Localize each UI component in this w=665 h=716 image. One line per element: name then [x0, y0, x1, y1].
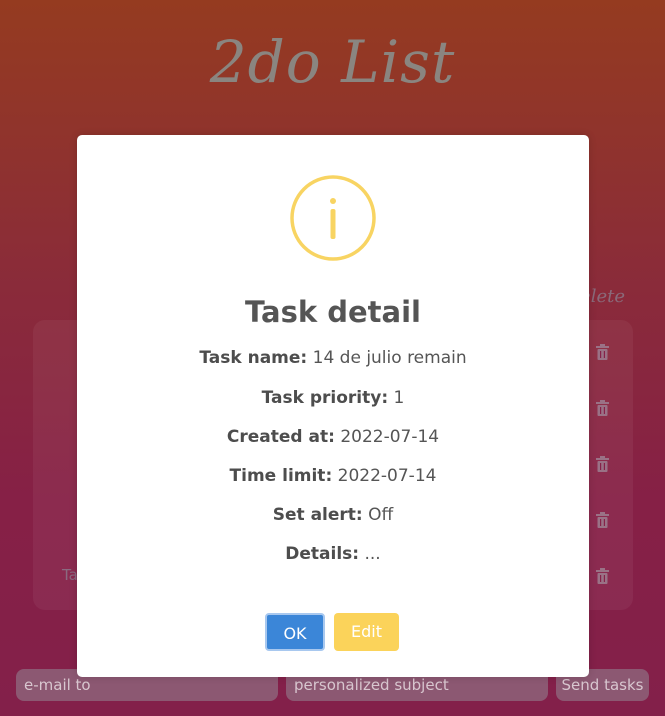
- task-priority-label: Task priority:: [261, 388, 389, 408]
- trash-icon[interactable]: [596, 344, 609, 360]
- task-name-line: Task name: 14 de julio remain: [77, 348, 589, 368]
- ok-button[interactable]: OK: [265, 613, 325, 651]
- details-value: ...: [364, 544, 381, 564]
- set-alert-line: Set alert: Off: [77, 505, 589, 525]
- details-label: Details:: [285, 544, 360, 564]
- info-icon: [290, 175, 376, 261]
- dialog-title: Task detail: [245, 295, 421, 329]
- task-detail-dialog: Task detail Task name: 14 de julio remai…: [77, 135, 589, 677]
- task-priority-value: 1: [393, 388, 405, 408]
- edit-button[interactable]: Edit: [334, 613, 399, 651]
- trash-icon[interactable]: [596, 512, 609, 528]
- app-title: 2do List: [209, 28, 456, 96]
- time-limit-label: Time limit:: [229, 466, 333, 486]
- set-alert-label: Set alert:: [272, 505, 363, 525]
- set-alert-value: Off: [368, 505, 394, 525]
- time-limit-line: Time limit: 2022-07-14: [77, 466, 589, 486]
- trash-icon[interactable]: [596, 568, 609, 584]
- trash-icon[interactable]: [596, 456, 609, 472]
- task-row-label: Ta: [62, 566, 78, 584]
- task-name-label: Task name:: [199, 348, 308, 368]
- task-priority-line: Task priority: 1: [77, 388, 589, 408]
- created-at-value: 2022-07-14: [340, 427, 440, 447]
- created-at-line: Created at: 2022-07-14: [77, 427, 589, 447]
- created-at-label: Created at:: [226, 427, 335, 447]
- details-line: Details: ...: [77, 544, 589, 564]
- time-limit-value: 2022-07-14: [337, 466, 437, 486]
- task-name-value: 14 de julio remain: [312, 348, 467, 368]
- trash-icon[interactable]: [596, 400, 609, 416]
